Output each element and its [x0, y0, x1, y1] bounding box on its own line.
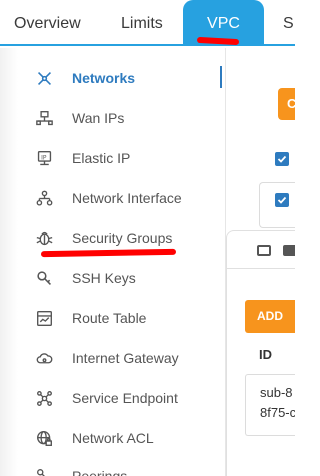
sidebar-item-security-groups[interactable]: Security Groups — [34, 225, 214, 251]
active-indicator — [220, 66, 222, 88]
window-filled-icon[interactable] — [283, 245, 295, 256]
sidebar-item-label: Route Table — [72, 310, 147, 326]
cloud-gateway-icon — [34, 348, 54, 368]
window-icon[interactable] — [257, 245, 271, 256]
app-frame: Overview Limits VPC S Networks Wan IPs I… — [0, 0, 295, 476]
sidebar-shade — [0, 48, 18, 476]
svg-text:IP: IP — [41, 154, 47, 161]
sidebar-item-peerings[interactable]: Peerings — [34, 463, 214, 476]
tab-limits[interactable]: Limits — [121, 0, 163, 46]
sidebar-item-network-interface[interactable]: Network Interface — [34, 185, 214, 211]
create-button-label: C — [287, 96, 295, 111]
sidebar-item-label: Service Endpoint — [72, 390, 178, 406]
check-icon — [277, 196, 287, 204]
globe-lock-icon — [34, 428, 54, 448]
sidebar-item-label: Wan IPs — [72, 110, 125, 126]
bug-icon — [34, 228, 54, 248]
sidebar-item-label: Network ACL — [72, 430, 154, 446]
sidebar-item-label: Elastic IP — [72, 150, 131, 166]
create-button[interactable]: C — [278, 88, 295, 120]
sidebar-item-label: Networks — [72, 70, 136, 86]
sidebar-item-wan-ips[interactable]: Wan IPs — [34, 105, 214, 131]
network-interface-icon — [34, 188, 54, 208]
sidebar-item-elastic-ip[interactable]: IP Elastic IP — [34, 145, 214, 171]
sidebar-item-label: SSH Keys — [72, 270, 136, 286]
network-icon — [34, 68, 54, 88]
service-endpoint-icon — [34, 388, 54, 408]
sidebar-item-label: Internet Gateway — [72, 350, 179, 366]
sidebar-item-label: Peerings — [72, 468, 128, 476]
top-tab-bar: Overview Limits VPC S — [0, 0, 295, 46]
tab-partial[interactable]: S — [283, 0, 294, 46]
route-table-icon — [34, 308, 54, 328]
table-header-id: ID — [259, 347, 272, 362]
sidebar-item-internet-gateway[interactable]: Internet Gateway — [34, 345, 214, 371]
tab-overview[interactable]: Overview — [14, 0, 81, 46]
sidebar-item-networks[interactable]: Networks — [34, 65, 214, 91]
add-button[interactable]: ADD — [245, 300, 295, 333]
wan-icon — [34, 108, 54, 128]
row-checkbox[interactable] — [275, 193, 289, 207]
sidebar-item-label: Security Groups — [72, 230, 173, 246]
elastic-ip-icon: IP — [34, 148, 54, 168]
sidebar-item-route-table[interactable]: Route Table — [34, 305, 214, 331]
sidebar-item-service-endpoint[interactable]: Service Endpoint — [34, 385, 214, 411]
sidebar-item-ssh-keys[interactable]: SSH Keys — [34, 265, 214, 291]
id-value-line-1: sub-8 — [260, 385, 293, 400]
row-checkbox[interactable] — [275, 152, 289, 166]
sidebar-item-network-acl[interactable]: Network ACL — [34, 425, 214, 451]
peering-icon — [34, 466, 54, 476]
id-value-line-2: 8f75-c — [260, 405, 295, 420]
key-icon — [34, 268, 54, 288]
check-icon — [277, 155, 287, 163]
sidebar-item-label: Network Interface — [72, 190, 182, 206]
